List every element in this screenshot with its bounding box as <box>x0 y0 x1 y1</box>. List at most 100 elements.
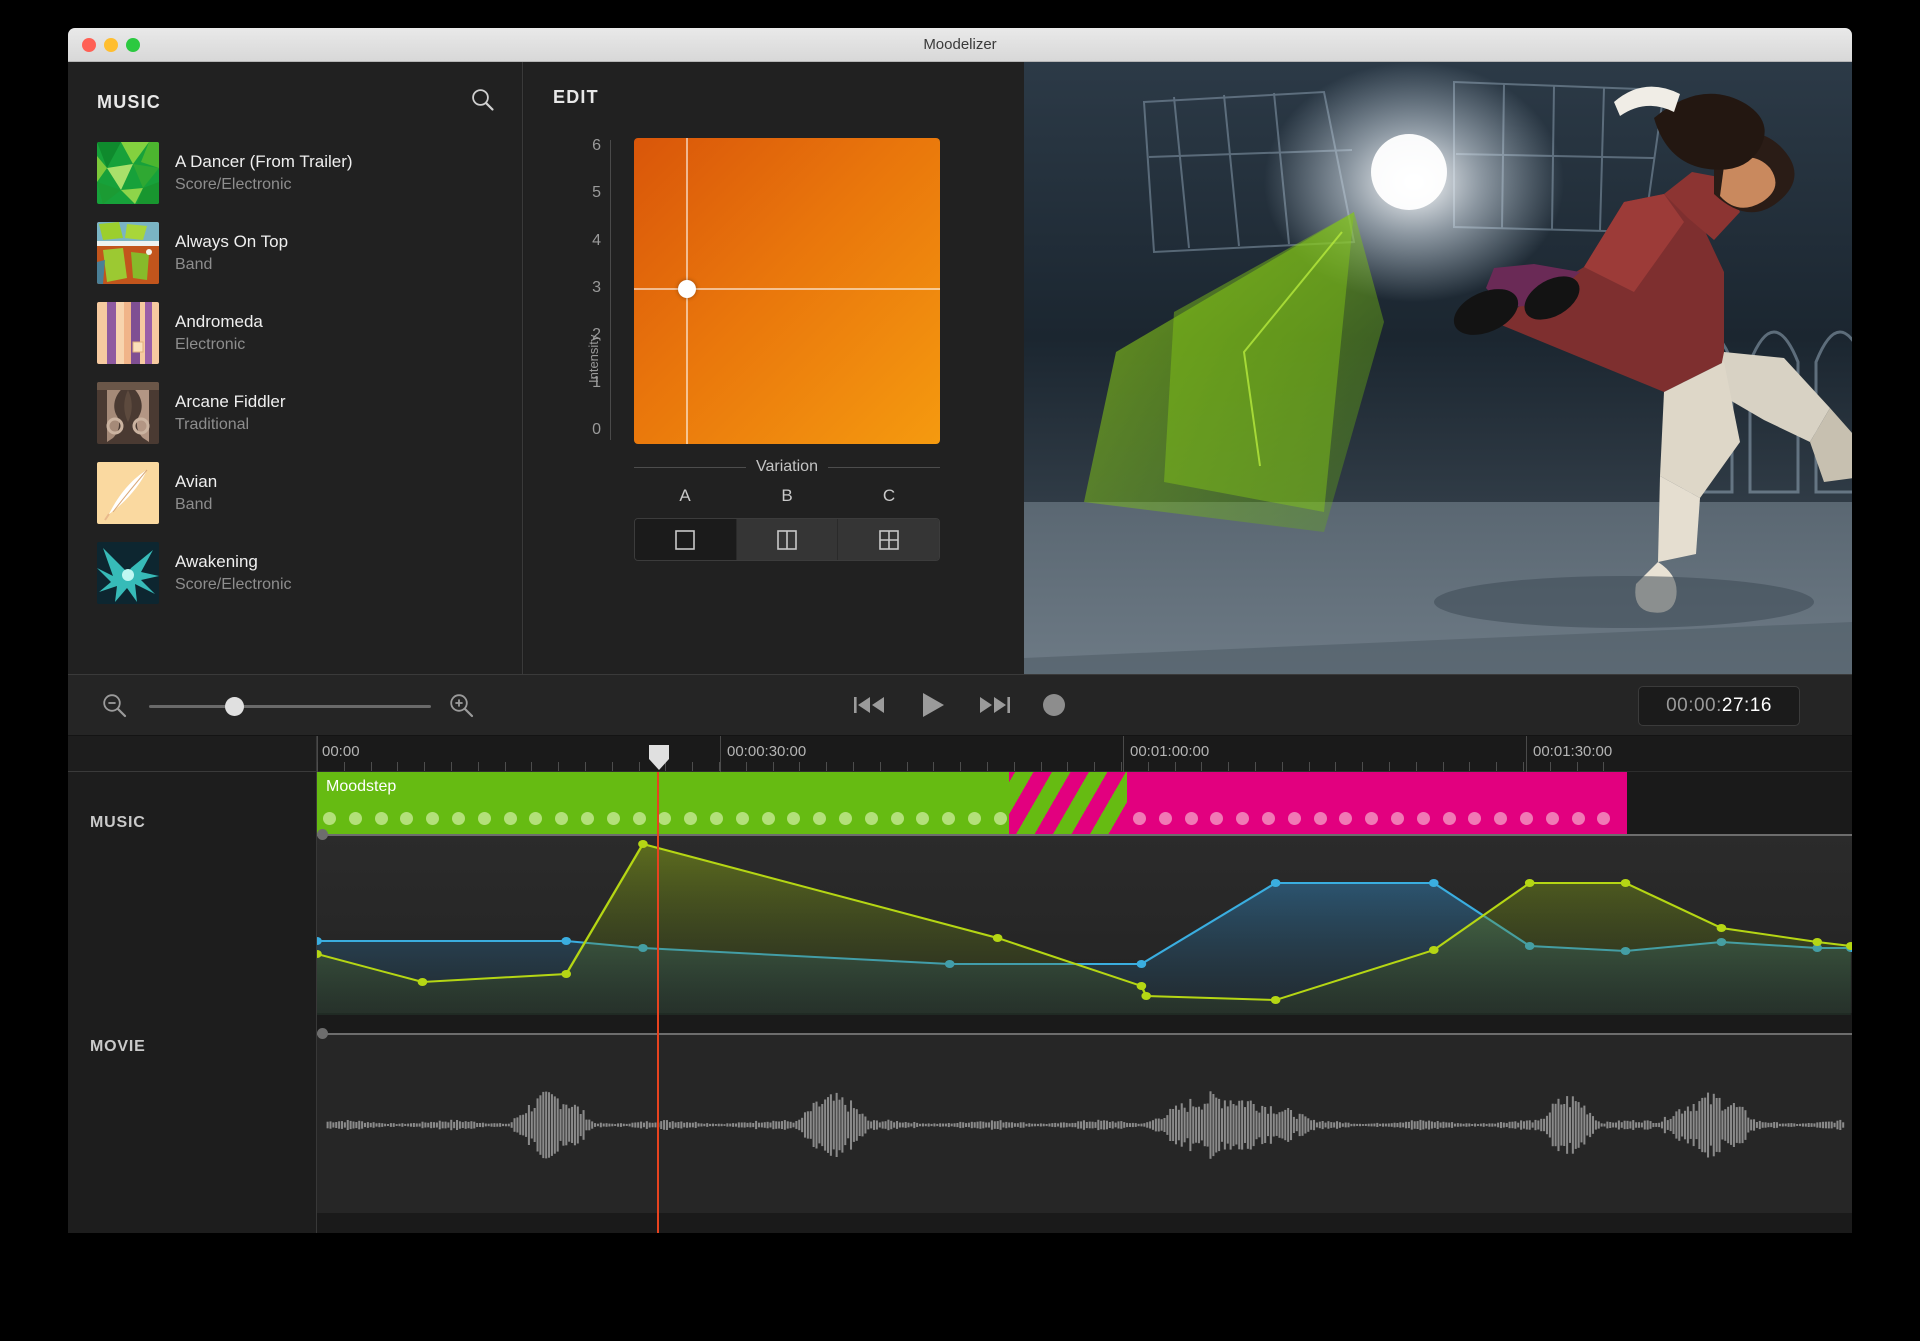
waveform-bar <box>729 1123 732 1127</box>
ruler-tick <box>638 762 640 771</box>
timecode-display[interactable]: 00:00: 27:16 <box>1638 686 1800 726</box>
automation-curves[interactable] <box>312 836 1852 1015</box>
waveform-bar <box>858 1114 861 1136</box>
four-pane-button[interactable] <box>838 519 939 560</box>
record-button[interactable] <box>1040 691 1068 719</box>
waveform-bar <box>550 1094 553 1156</box>
waveform-bar <box>1019 1122 1022 1128</box>
lane-resize-handle[interactable] <box>317 829 328 840</box>
waveform-bar <box>1246 1101 1249 1149</box>
waveform-bar <box>1778 1123 1781 1127</box>
play-button[interactable] <box>916 689 948 721</box>
automation-point[interactable] <box>1812 938 1823 946</box>
waveform-bar <box>890 1120 893 1130</box>
waveform-bar <box>1065 1122 1068 1128</box>
playhead-marker[interactable] <box>646 745 672 770</box>
waveform-bar <box>1591 1116 1595 1134</box>
automation-point[interactable] <box>1141 992 1152 1000</box>
waveform-bar <box>1836 1120 1839 1130</box>
list-item[interactable]: Andromeda Electronic <box>68 293 522 373</box>
movie-waveform-lane[interactable] <box>317 1028 1852 1213</box>
zoom-out-icon[interactable] <box>101 692 129 725</box>
automation-point[interactable] <box>1270 996 1281 1004</box>
waveform-bar <box>1781 1123 1784 1127</box>
automation-point[interactable] <box>561 937 572 945</box>
waveform-bar <box>1120 1121 1123 1129</box>
automation-point[interactable] <box>1620 879 1631 887</box>
list-item[interactable]: Avian Band <box>68 453 522 533</box>
list-item[interactable]: Arcane Fiddler Traditional <box>68 373 522 453</box>
automation-point[interactable] <box>992 934 1003 942</box>
list-item[interactable]: Awakening Score/Electronic <box>68 533 522 613</box>
zoom-button[interactable] <box>126 38 140 52</box>
two-pane-button[interactable] <box>736 519 839 560</box>
track-header-music[interactable]: MUSIC <box>68 772 316 1012</box>
zoom-slider[interactable] <box>149 697 431 716</box>
waveform-bar <box>1062 1122 1065 1128</box>
ruler-tick <box>933 762 935 771</box>
automation-point[interactable] <box>561 970 572 978</box>
clip-beat-dot <box>710 812 723 825</box>
variation-letter-a[interactable]: A <box>634 486 736 506</box>
clip-beat-dot <box>477 812 491 825</box>
minimize-button[interactable] <box>104 38 118 52</box>
waveform-bar <box>642 1122 645 1128</box>
waveform-bar <box>780 1121 784 1129</box>
list-item[interactable]: A Dancer (From Trailer) Score/Electronic <box>68 133 522 213</box>
list-item[interactable]: Always On Top Band <box>68 213 522 293</box>
close-button[interactable] <box>82 38 96 52</box>
ruler-tick <box>719 762 720 771</box>
ruler-tick <box>1496 762 1498 771</box>
list-item-text: Always On Top Band <box>175 232 288 274</box>
waveform-bar <box>654 1122 657 1128</box>
forward-button[interactable] <box>976 691 1012 719</box>
music-clip-lane[interactable]: Moodstep <box>317 772 1852 834</box>
automation-point[interactable] <box>1429 879 1439 887</box>
waveform-bar <box>927 1123 930 1127</box>
intensity-variation-pad[interactable] <box>634 138 940 444</box>
lane-resize-handle[interactable] <box>317 1028 328 1039</box>
variation-letter-c[interactable]: C <box>838 486 940 506</box>
waveform-bar <box>717 1123 720 1127</box>
automation-point[interactable] <box>638 840 648 848</box>
crossfade-region[interactable] <box>1009 772 1127 834</box>
waveform-bar <box>1715 1098 1718 1152</box>
track-header-movie[interactable]: MOVIE <box>68 1012 316 1233</box>
waveform-bar <box>490 1123 493 1127</box>
clip-moodstep[interactable]: Moodstep <box>317 772 1127 834</box>
single-pane-button[interactable] <box>635 519 737 560</box>
timecode-prefix: 00:00: <box>1666 695 1722 716</box>
clip-label: Moodstep <box>326 778 397 795</box>
automation-point[interactable] <box>1524 879 1535 887</box>
waveform-bar <box>1563 1104 1566 1146</box>
clip-second[interactable] <box>1127 772 1627 834</box>
ruler-tick <box>343 762 345 771</box>
automation-point[interactable] <box>1136 982 1147 990</box>
timeline-ruler[interactable]: 00:00 00:00:30:00 00:01:00:00 00:01:30:0… <box>317 736 1852 772</box>
waveform-bar <box>1189 1098 1192 1152</box>
zoom-slider-handle[interactable] <box>225 697 244 716</box>
music-panel-header: MUSIC <box>68 62 522 118</box>
automation-point[interactable] <box>1429 946 1439 954</box>
waveform-bar <box>1131 1122 1134 1128</box>
waveform-bar <box>1502 1122 1505 1128</box>
automation-point[interactable] <box>1270 879 1281 887</box>
automation-point[interactable] <box>1136 960 1147 968</box>
variation-letter-b[interactable]: B <box>736 486 838 506</box>
waveform-bar <box>1732 1103 1735 1147</box>
automation-point[interactable] <box>417 978 428 986</box>
waveform-bar <box>1324 1122 1327 1128</box>
ruler-tick <box>1147 762 1149 771</box>
waveform-bar <box>447 1122 450 1128</box>
waveform-bar <box>407 1123 410 1127</box>
waveform-bar <box>1382 1123 1385 1127</box>
zoom-in-icon[interactable] <box>448 692 476 725</box>
waveform-bar <box>355 1122 358 1129</box>
automation-point[interactable] <box>1716 924 1727 932</box>
search-icon[interactable] <box>470 87 496 118</box>
automation-lane[interactable] <box>312 829 1852 1015</box>
pad-handle[interactable] <box>678 280 696 298</box>
video-preview[interactable] <box>1024 62 1852 674</box>
waveform-bar <box>1042 1123 1045 1127</box>
rewind-button[interactable] <box>852 691 888 719</box>
